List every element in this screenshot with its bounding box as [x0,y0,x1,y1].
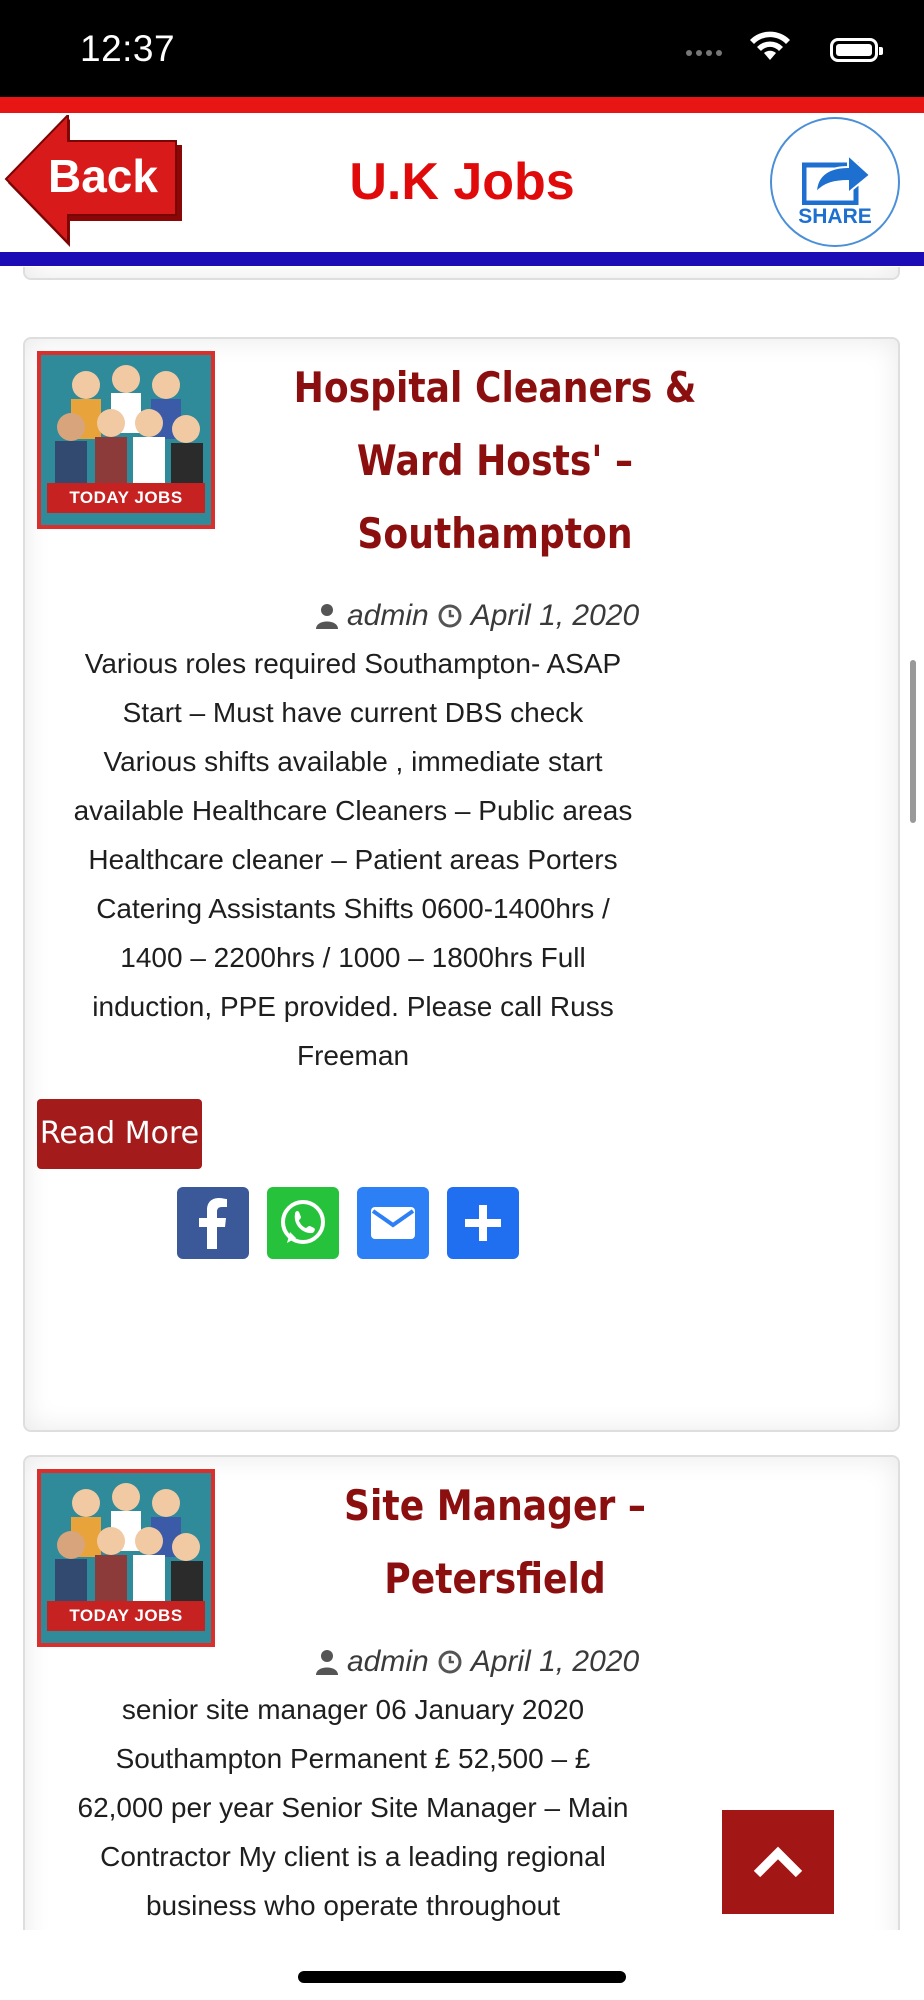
app-header: Back U.K Jobs SHARE [0,97,924,267]
excerpt-line: Various shifts available , immediate sta… [103,746,603,777]
whatsapp-icon [281,1200,325,1244]
status-time: 12:37 [80,28,176,69]
excerpt-line: 1400 – 2200hrs / 1000 – 1800hrs Full [120,942,586,973]
status-bar: 12:37 [0,0,924,97]
post-meta: admin April 1, 2020 [315,599,725,633]
scroll-to-top-button[interactable] [722,1810,834,1914]
excerpt-line: Contractor My client is a leading region… [100,1841,606,1872]
post-card-previous [23,267,900,280]
post-thumbnail[interactable]: TODAY JOBS [37,1469,215,1647]
post-title-line: Site Manager – [344,1481,646,1530]
post-title-link[interactable]: Hospital Cleaners & Ward Hosts' – Southa… [263,351,727,570]
post-card: TODAY JOBS Hospital Cleaners & Ward Host… [23,337,900,1432]
share-button[interactable]: SHARE [770,117,900,247]
clock-icon [438,1650,462,1674]
excerpt-line: Healthcare cleaner – Patient areas Porte… [88,844,618,875]
facebook-share-button[interactable] [177,1187,249,1259]
more-share-button[interactable] [447,1187,519,1259]
excerpt-line: 62,000 per year Senior Site Manager – Ma… [77,1792,629,1823]
user-icon [316,1650,338,1675]
excerpt-line: senior site manager 06 January 2020 [121,1694,585,1725]
post-title-line: Southampton [357,509,633,558]
home-indicator-area [0,1930,924,2000]
clock-icon [438,604,462,628]
scroll-indicator[interactable] [910,660,916,823]
header-bottom-stripe [0,252,924,266]
excerpt-line: Start – Must have current DBS check [122,697,584,728]
header-top-stripe [0,97,924,113]
battery-icon [830,38,883,62]
post-author[interactable]: admin [347,599,429,633]
post-author[interactable]: admin [347,1645,429,1679]
post-title-line: Petersfield [384,1554,606,1603]
excerpt-line: business who operate throughout [145,1890,561,1921]
wifi-icon [750,31,790,60]
excerpt-line: available Healthcare Cleaners – Public a… [73,795,633,826]
email-icon [371,1207,415,1239]
read-more-button[interactable]: Read More [37,1099,202,1169]
chevron-up-icon [753,1846,803,1878]
excerpt-line: Catering Assistants Shifts 0600-1400hrs … [96,893,610,924]
post-date: April 1, 2020 [470,599,640,632]
email-share-button[interactable] [357,1187,429,1259]
excerpt-line: Various roles required Southampton- ASAP [84,648,622,679]
post-excerpt: Various roles required Southampton- ASAP… [33,639,673,1080]
excerpt-line: Freeman [296,1040,410,1071]
plus-icon [465,1205,501,1241]
post-excerpt: senior site manager 06 January 2020 Sout… [33,1685,673,1930]
share-arrow-icon [802,152,872,205]
post-meta: admin April 1, 2020 [315,1645,725,1679]
facebook-icon [199,1198,227,1249]
thumbnail-banner: TODAY JOBS [47,1601,205,1631]
post-title-line: Ward Hosts' – [356,436,634,485]
post-title-link[interactable]: Site Manager – Petersfield [263,1469,727,1615]
post-title-line: Hospital Cleaners & [293,363,697,412]
post-thumbnail[interactable]: TODAY JOBS [37,351,215,529]
home-indicator[interactable] [298,1971,626,1983]
post-list: TODAY JOBS Hospital Cleaners & Ward Host… [0,267,924,1930]
excerpt-line: Southampton Permanent £ 52,500 – £ [115,1743,591,1774]
share-label: SHARE [798,205,872,228]
whatsapp-share-button[interactable] [267,1187,339,1259]
excerpt-line: induction, PPE provided. Please call Rus… [92,991,614,1022]
user-icon [316,604,338,629]
signal-icon [686,48,726,58]
social-share-bar [177,1187,519,1259]
thumbnail-banner: TODAY JOBS [47,483,205,513]
post-date: April 1, 2020 [470,1645,640,1678]
